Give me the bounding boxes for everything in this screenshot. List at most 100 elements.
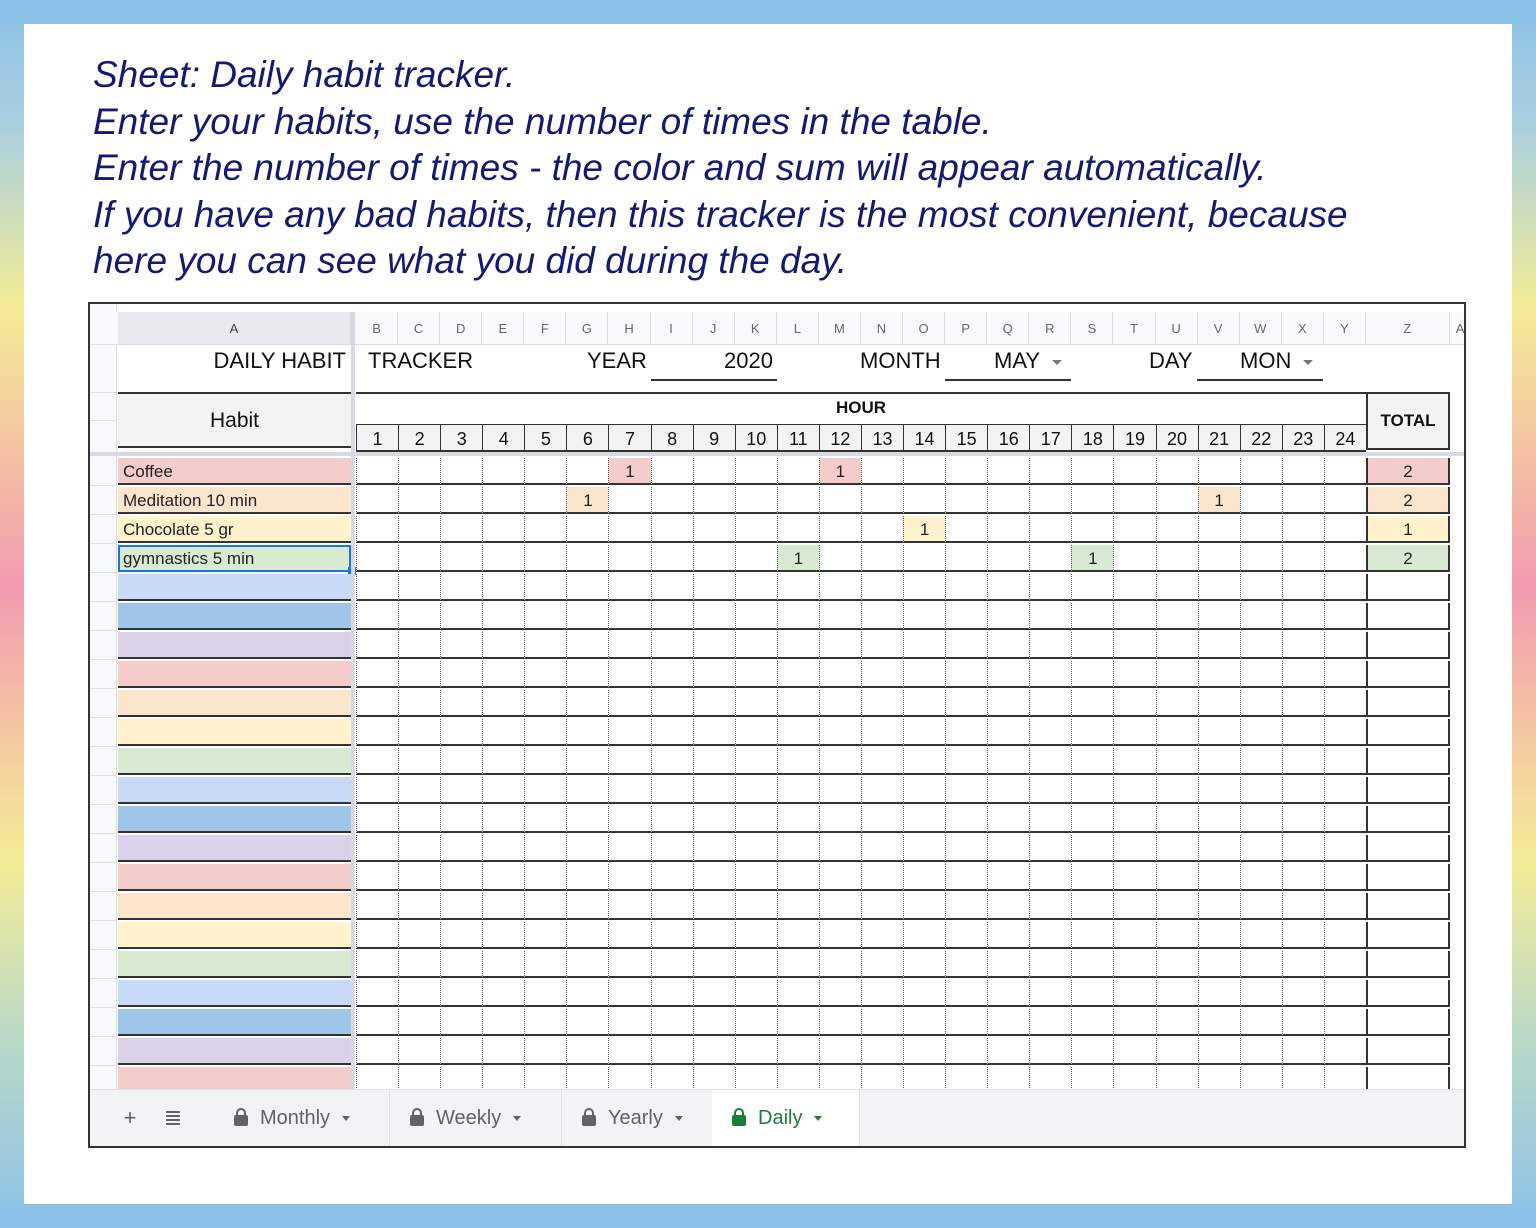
hour-cell[interactable] bbox=[860, 893, 904, 920]
hour-cell[interactable] bbox=[356, 951, 399, 978]
hour-cell[interactable] bbox=[1155, 893, 1198, 920]
column-header-o[interactable]: O bbox=[903, 312, 946, 344]
hour-cell[interactable] bbox=[1113, 487, 1156, 514]
hour-cell[interactable] bbox=[1323, 1038, 1366, 1065]
hour-cell[interactable] bbox=[987, 806, 1030, 833]
hour-cell[interactable] bbox=[566, 922, 609, 949]
hour-cell[interactable] bbox=[1155, 661, 1198, 688]
hour-cell[interactable] bbox=[692, 574, 735, 601]
hour-cell[interactable] bbox=[650, 806, 693, 833]
hour-cell[interactable] bbox=[1113, 719, 1156, 746]
hour-cell[interactable] bbox=[1323, 632, 1366, 659]
hour-cell[interactable] bbox=[608, 661, 651, 688]
hour-cell[interactable] bbox=[440, 864, 483, 891]
column-header-k[interactable]: K bbox=[735, 312, 777, 344]
hour-cell[interactable] bbox=[524, 632, 567, 659]
hour-cell[interactable] bbox=[903, 835, 946, 862]
hour-cell[interactable] bbox=[1281, 603, 1324, 630]
hour-cell[interactable] bbox=[734, 574, 777, 601]
hour-cell[interactable] bbox=[566, 458, 609, 485]
column-header-w[interactable]: W bbox=[1240, 312, 1282, 344]
habit-name-cell[interactable] bbox=[118, 893, 351, 920]
hour-cell[interactable] bbox=[398, 951, 441, 978]
hour-cell[interactable] bbox=[1239, 1038, 1282, 1065]
hour-cell[interactable] bbox=[1155, 574, 1198, 601]
habit-name-cell[interactable]: Meditation 10 min bbox=[118, 487, 351, 514]
hour-cell[interactable] bbox=[440, 806, 483, 833]
hour-cell[interactable] bbox=[1323, 516, 1366, 543]
hour-cell[interactable]: 1 bbox=[566, 487, 609, 514]
hour-cell[interactable] bbox=[1239, 574, 1282, 601]
hour-cell[interactable] bbox=[608, 951, 651, 978]
hour-cell[interactable] bbox=[776, 719, 819, 746]
hour-cell[interactable] bbox=[1323, 922, 1366, 949]
hour-cell[interactable] bbox=[987, 603, 1030, 630]
habit-name-cell[interactable] bbox=[118, 632, 351, 659]
habit-name-cell[interactable] bbox=[118, 864, 351, 891]
hour-cell[interactable] bbox=[1281, 574, 1324, 601]
hour-cell[interactable] bbox=[692, 806, 735, 833]
hour-cell[interactable] bbox=[903, 603, 946, 630]
hour-cell[interactable] bbox=[860, 458, 904, 485]
hour-cell[interactable] bbox=[860, 806, 904, 833]
hour-cell[interactable] bbox=[356, 690, 399, 717]
hour-cell[interactable] bbox=[524, 719, 567, 746]
hour-cell[interactable] bbox=[566, 632, 609, 659]
hour-cell[interactable] bbox=[1281, 980, 1324, 1007]
hour-cell[interactable] bbox=[1281, 719, 1324, 746]
column-header-c[interactable]: C bbox=[398, 312, 441, 344]
hour-cell[interactable] bbox=[608, 516, 651, 543]
hour-cell[interactable] bbox=[1029, 893, 1072, 920]
hour-cell[interactable] bbox=[608, 864, 651, 891]
hour-cell[interactable] bbox=[903, 487, 946, 514]
hour-cell[interactable] bbox=[566, 951, 609, 978]
hour-cell[interactable]: 1 bbox=[903, 516, 946, 543]
hour-cell[interactable] bbox=[945, 545, 988, 572]
hour-cell[interactable] bbox=[482, 777, 525, 804]
hour-cell[interactable] bbox=[398, 864, 441, 891]
hour-cell[interactable] bbox=[1281, 545, 1324, 572]
column-header-y[interactable]: Y bbox=[1324, 312, 1366, 344]
hour-cell[interactable] bbox=[945, 1038, 988, 1065]
hour-cell[interactable] bbox=[1029, 864, 1072, 891]
hour-cell[interactable] bbox=[1323, 777, 1366, 804]
hour-cell[interactable] bbox=[776, 458, 819, 485]
column-header-s[interactable]: S bbox=[1071, 312, 1114, 344]
hour-cell[interactable] bbox=[566, 719, 609, 746]
hour-cell[interactable] bbox=[524, 835, 567, 862]
hour-cell[interactable] bbox=[903, 545, 946, 572]
hour-cell[interactable] bbox=[734, 603, 777, 630]
hour-cell[interactable] bbox=[1239, 661, 1282, 688]
hour-cell[interactable] bbox=[1071, 951, 1114, 978]
hour-cell[interactable] bbox=[818, 1009, 861, 1036]
hour-cell[interactable] bbox=[1155, 1009, 1198, 1036]
habit-name-cell[interactable]: Coffee bbox=[118, 458, 351, 485]
hour-cell[interactable] bbox=[608, 777, 651, 804]
hour-cell[interactable] bbox=[776, 835, 819, 862]
hour-cell[interactable] bbox=[650, 748, 693, 775]
hour-cell[interactable] bbox=[1155, 487, 1198, 514]
hour-cell[interactable] bbox=[1113, 980, 1156, 1007]
hour-cell[interactable] bbox=[608, 632, 651, 659]
hour-cell[interactable] bbox=[692, 603, 735, 630]
habit-name-cell[interactable] bbox=[118, 835, 351, 862]
column-header-h[interactable]: H bbox=[608, 312, 651, 344]
hour-cell[interactable] bbox=[608, 835, 651, 862]
hour-cell[interactable] bbox=[945, 632, 988, 659]
hour-cell[interactable] bbox=[1155, 603, 1198, 630]
hour-cell[interactable] bbox=[692, 661, 735, 688]
hour-cell[interactable] bbox=[692, 864, 735, 891]
hour-cell[interactable] bbox=[398, 516, 441, 543]
hour-cell[interactable] bbox=[987, 719, 1030, 746]
hour-cell[interactable] bbox=[524, 545, 567, 572]
hour-cell[interactable] bbox=[440, 777, 483, 804]
hour-cell[interactable] bbox=[356, 980, 399, 1007]
hour-cell[interactable] bbox=[440, 1009, 483, 1036]
hour-cell[interactable] bbox=[818, 922, 861, 949]
hour-cell[interactable] bbox=[398, 719, 441, 746]
hour-cell[interactable] bbox=[945, 980, 988, 1007]
hour-cell[interactable] bbox=[482, 516, 525, 543]
hour-cell[interactable]: 1 bbox=[608, 458, 651, 485]
hour-cell[interactable] bbox=[1071, 864, 1114, 891]
row-number-cell[interactable] bbox=[90, 419, 116, 421]
